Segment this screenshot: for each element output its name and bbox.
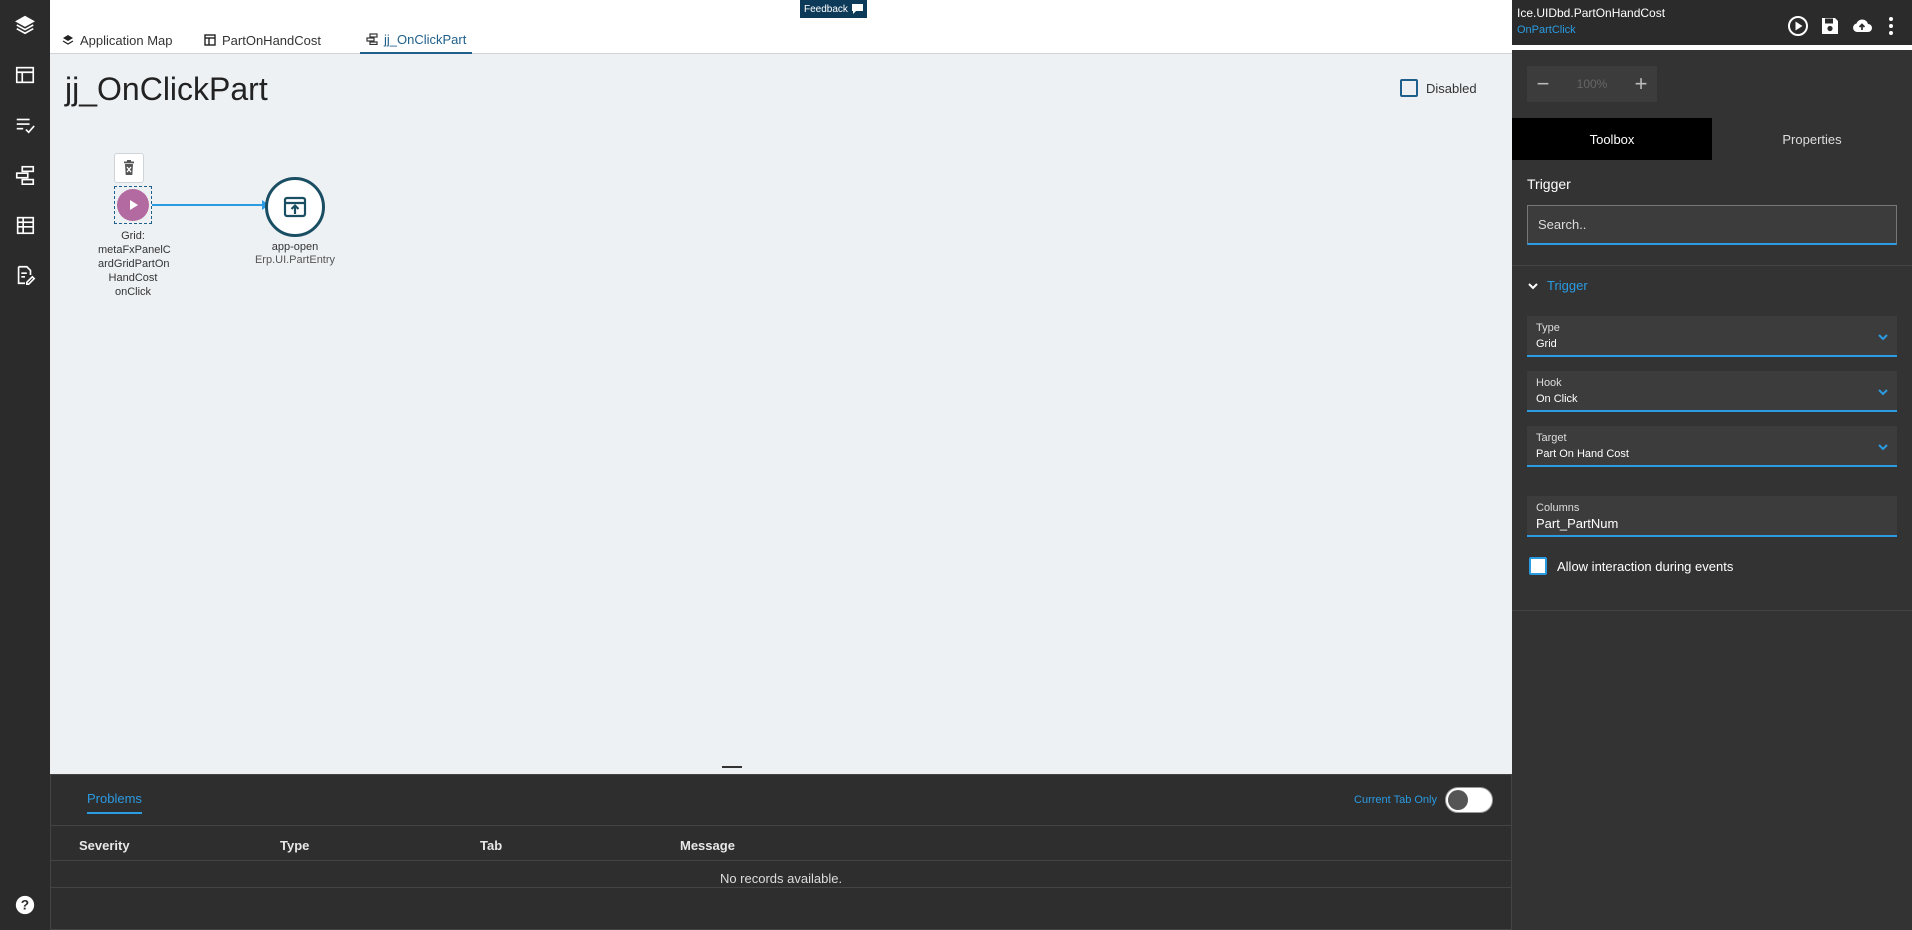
chevron-down-icon bbox=[1877, 385, 1889, 397]
tab-label: Application Map bbox=[80, 32, 173, 48]
play-icon bbox=[130, 200, 138, 210]
current-tab-only-label: Current Tab Only bbox=[1354, 794, 1437, 806]
current-tab-only-toggle[interactable] bbox=[1445, 787, 1493, 813]
flow-icon[interactable] bbox=[10, 160, 40, 190]
help-icon[interactable]: ? bbox=[10, 890, 40, 920]
feedback-label: Feedback bbox=[804, 3, 848, 15]
tab-bar: Application Map PartOnHandCost jj_OnClic… bbox=[50, 0, 1512, 54]
page-title: jj_OnClickPart bbox=[65, 71, 268, 107]
checkbox-box[interactable] bbox=[1400, 79, 1418, 97]
divider bbox=[1512, 265, 1912, 266]
layers-icon bbox=[62, 35, 74, 45]
layout-icon[interactable] bbox=[10, 60, 40, 90]
flow-canvas[interactable]: jj_OnClickPart Disabled Grid: metaFxPane… bbox=[50, 55, 1512, 761]
action-node-sublabel: Erp.UI.PartEntry bbox=[254, 254, 336, 266]
column-header-tab[interactable]: Tab bbox=[480, 838, 502, 853]
trigger-group-label: Trigger bbox=[1547, 278, 1588, 293]
table-icon[interactable] bbox=[10, 210, 40, 240]
field-value: Grid bbox=[1536, 338, 1557, 350]
field-label: Type bbox=[1536, 322, 1560, 334]
right-panel: Ice.UIDbd.PartOnHandCost OnPartClick − +… bbox=[1512, 0, 1912, 930]
column-header-type[interactable]: Type bbox=[280, 838, 309, 853]
field-label: Target bbox=[1536, 432, 1567, 444]
target-select[interactable]: Target Part On Hand Cost bbox=[1527, 426, 1897, 467]
allow-interaction-label: Allow interaction during events bbox=[1557, 558, 1734, 574]
field-label: Columns bbox=[1536, 502, 1580, 514]
save-icon[interactable] bbox=[1818, 14, 1842, 38]
right-panel-header: Ice.UIDbd.PartOnHandCost OnPartClick bbox=[1512, 0, 1912, 50]
tab-toolbox[interactable]: Toolbox bbox=[1512, 118, 1712, 160]
cloud-upload-icon[interactable] bbox=[1850, 14, 1874, 38]
checkbox-box[interactable] bbox=[1529, 557, 1547, 575]
disabled-checkbox[interactable]: Disabled bbox=[1400, 79, 1477, 97]
column-header-severity[interactable]: Severity bbox=[79, 838, 130, 853]
grid-icon bbox=[204, 34, 216, 46]
chevron-down-icon bbox=[1877, 440, 1889, 452]
tab-application-map[interactable]: Application Map bbox=[62, 26, 173, 54]
left-rail: ? bbox=[0, 0, 50, 930]
allow-interaction-checkbox[interactable]: Allow interaction during events bbox=[1529, 557, 1733, 575]
field-value: On Click bbox=[1536, 393, 1578, 405]
panel-title: Ice.UIDbd.PartOnHandCost bbox=[1517, 6, 1666, 20]
divider bbox=[1512, 610, 1912, 611]
list-check-icon[interactable] bbox=[10, 110, 40, 140]
trigger-node[interactable] bbox=[114, 186, 152, 224]
disabled-label: Disabled bbox=[1426, 80, 1477, 96]
zoom-control: − + bbox=[1527, 66, 1657, 102]
zoom-in-button[interactable]: + bbox=[1625, 66, 1657, 102]
tab-problems[interactable]: Problems bbox=[87, 791, 142, 814]
svg-text:?: ? bbox=[21, 898, 29, 913]
delete-node-button[interactable] bbox=[114, 153, 144, 183]
field-value: Part_PartNum bbox=[1536, 516, 1619, 531]
empty-message: No records available. bbox=[719, 871, 843, 886]
tab-properties[interactable]: Properties bbox=[1712, 118, 1912, 160]
panel-resize-handle[interactable] bbox=[722, 766, 742, 768]
columns-field[interactable]: Columns Part_PartNum bbox=[1527, 496, 1897, 537]
feedback-button[interactable]: Feedback bbox=[800, 0, 867, 18]
type-select[interactable]: Type Grid bbox=[1527, 316, 1897, 357]
document-edit-icon[interactable] bbox=[10, 260, 40, 290]
trigger-group-toggle[interactable]: Trigger bbox=[1527, 278, 1588, 293]
chevron-down-icon bbox=[1528, 282, 1538, 289]
run-icon[interactable] bbox=[1786, 14, 1810, 38]
problems-panel: Problems Current Tab Only Severity Type … bbox=[50, 774, 1512, 930]
action-node[interactable] bbox=[265, 177, 325, 237]
more-vertical-icon[interactable] bbox=[1884, 14, 1898, 38]
problems-table-header: Severity Type Tab Message bbox=[51, 825, 1511, 861]
node-connector[interactable] bbox=[152, 200, 269, 210]
flow-icon bbox=[366, 33, 378, 45]
panel-subtitle[interactable]: OnPartClick bbox=[1517, 24, 1576, 36]
section-label: Trigger bbox=[1527, 176, 1571, 192]
trigger-circle bbox=[117, 189, 149, 221]
zoom-out-button[interactable]: − bbox=[1527, 66, 1559, 102]
tab-part-on-hand-cost[interactable]: PartOnHandCost bbox=[204, 26, 321, 54]
column-header-message[interactable]: Message bbox=[680, 838, 735, 853]
tab-jj-onclickpart[interactable]: jj_OnClickPart bbox=[360, 26, 473, 54]
search-input[interactable] bbox=[1527, 205, 1897, 245]
comment-icon bbox=[851, 4, 863, 14]
chevron-down-icon bbox=[1877, 330, 1889, 342]
action-node-label: app-open bbox=[271, 241, 319, 253]
right-panel-tabs: Toolbox Properties bbox=[1512, 118, 1912, 160]
hook-select[interactable]: Hook On Click bbox=[1527, 371, 1897, 412]
trash-icon bbox=[124, 160, 134, 175]
divider bbox=[51, 887, 1511, 888]
app-open-icon bbox=[283, 196, 307, 218]
trigger-node-label: Grid: metaFxPanelC ardGridPartOn HandCos… bbox=[98, 230, 171, 298]
current-tab-only: Current Tab Only bbox=[1354, 787, 1493, 813]
field-label: Hook bbox=[1536, 377, 1562, 389]
tab-label: PartOnHandCost bbox=[222, 32, 321, 48]
field-value: Part On Hand Cost bbox=[1536, 448, 1629, 460]
layers-icon[interactable] bbox=[10, 10, 40, 40]
tab-label: jj_OnClickPart bbox=[384, 31, 467, 47]
zoom-value-input[interactable] bbox=[1559, 66, 1625, 102]
